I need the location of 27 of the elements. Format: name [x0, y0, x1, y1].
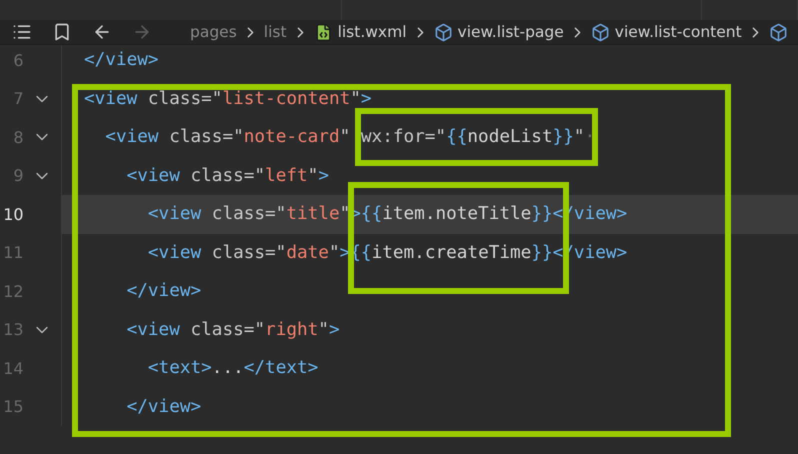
cube-icon	[434, 22, 453, 42]
line-number: 11	[2, 243, 24, 262]
breadcrumb-item[interactable]: view.list-content	[614, 23, 742, 41]
line-number: 6	[12, 50, 24, 70]
cube-icon	[768, 22, 788, 42]
line-number: 9	[12, 166, 24, 186]
code-line: </view>	[126, 396, 202, 417]
code-line: <view class="left">	[126, 166, 329, 186]
code-line: <view class="right">	[126, 320, 340, 340]
line-number: 10	[2, 204, 24, 224]
line-number: 8	[12, 128, 24, 147]
code-line: </view>	[126, 281, 202, 302]
line-number: 7	[12, 89, 24, 108]
line-number: 12	[2, 282, 24, 301]
breadcrumb-item[interactable]: list	[264, 23, 287, 41]
line-number: 15	[2, 397, 24, 416]
file-icon	[314, 22, 333, 42]
cube-icon	[590, 22, 610, 42]
code-line: <view class="list-content">	[84, 88, 372, 109]
line-number: 13	[2, 320, 24, 340]
line-number: 14	[2, 358, 24, 378]
code-line: <text>...</text>	[146, 358, 318, 378]
breadcrumb-item[interactable]: list.wxml	[338, 23, 407, 41]
breadcrumb-item[interactable]: pages	[190, 23, 237, 41]
breadcrumb-item[interactable]: view.list-page	[458, 23, 564, 41]
code-line: </view>	[84, 50, 159, 70]
code-line: <view class="note-card" wx:for="{{nodeList}}"·	[104, 127, 596, 148]
